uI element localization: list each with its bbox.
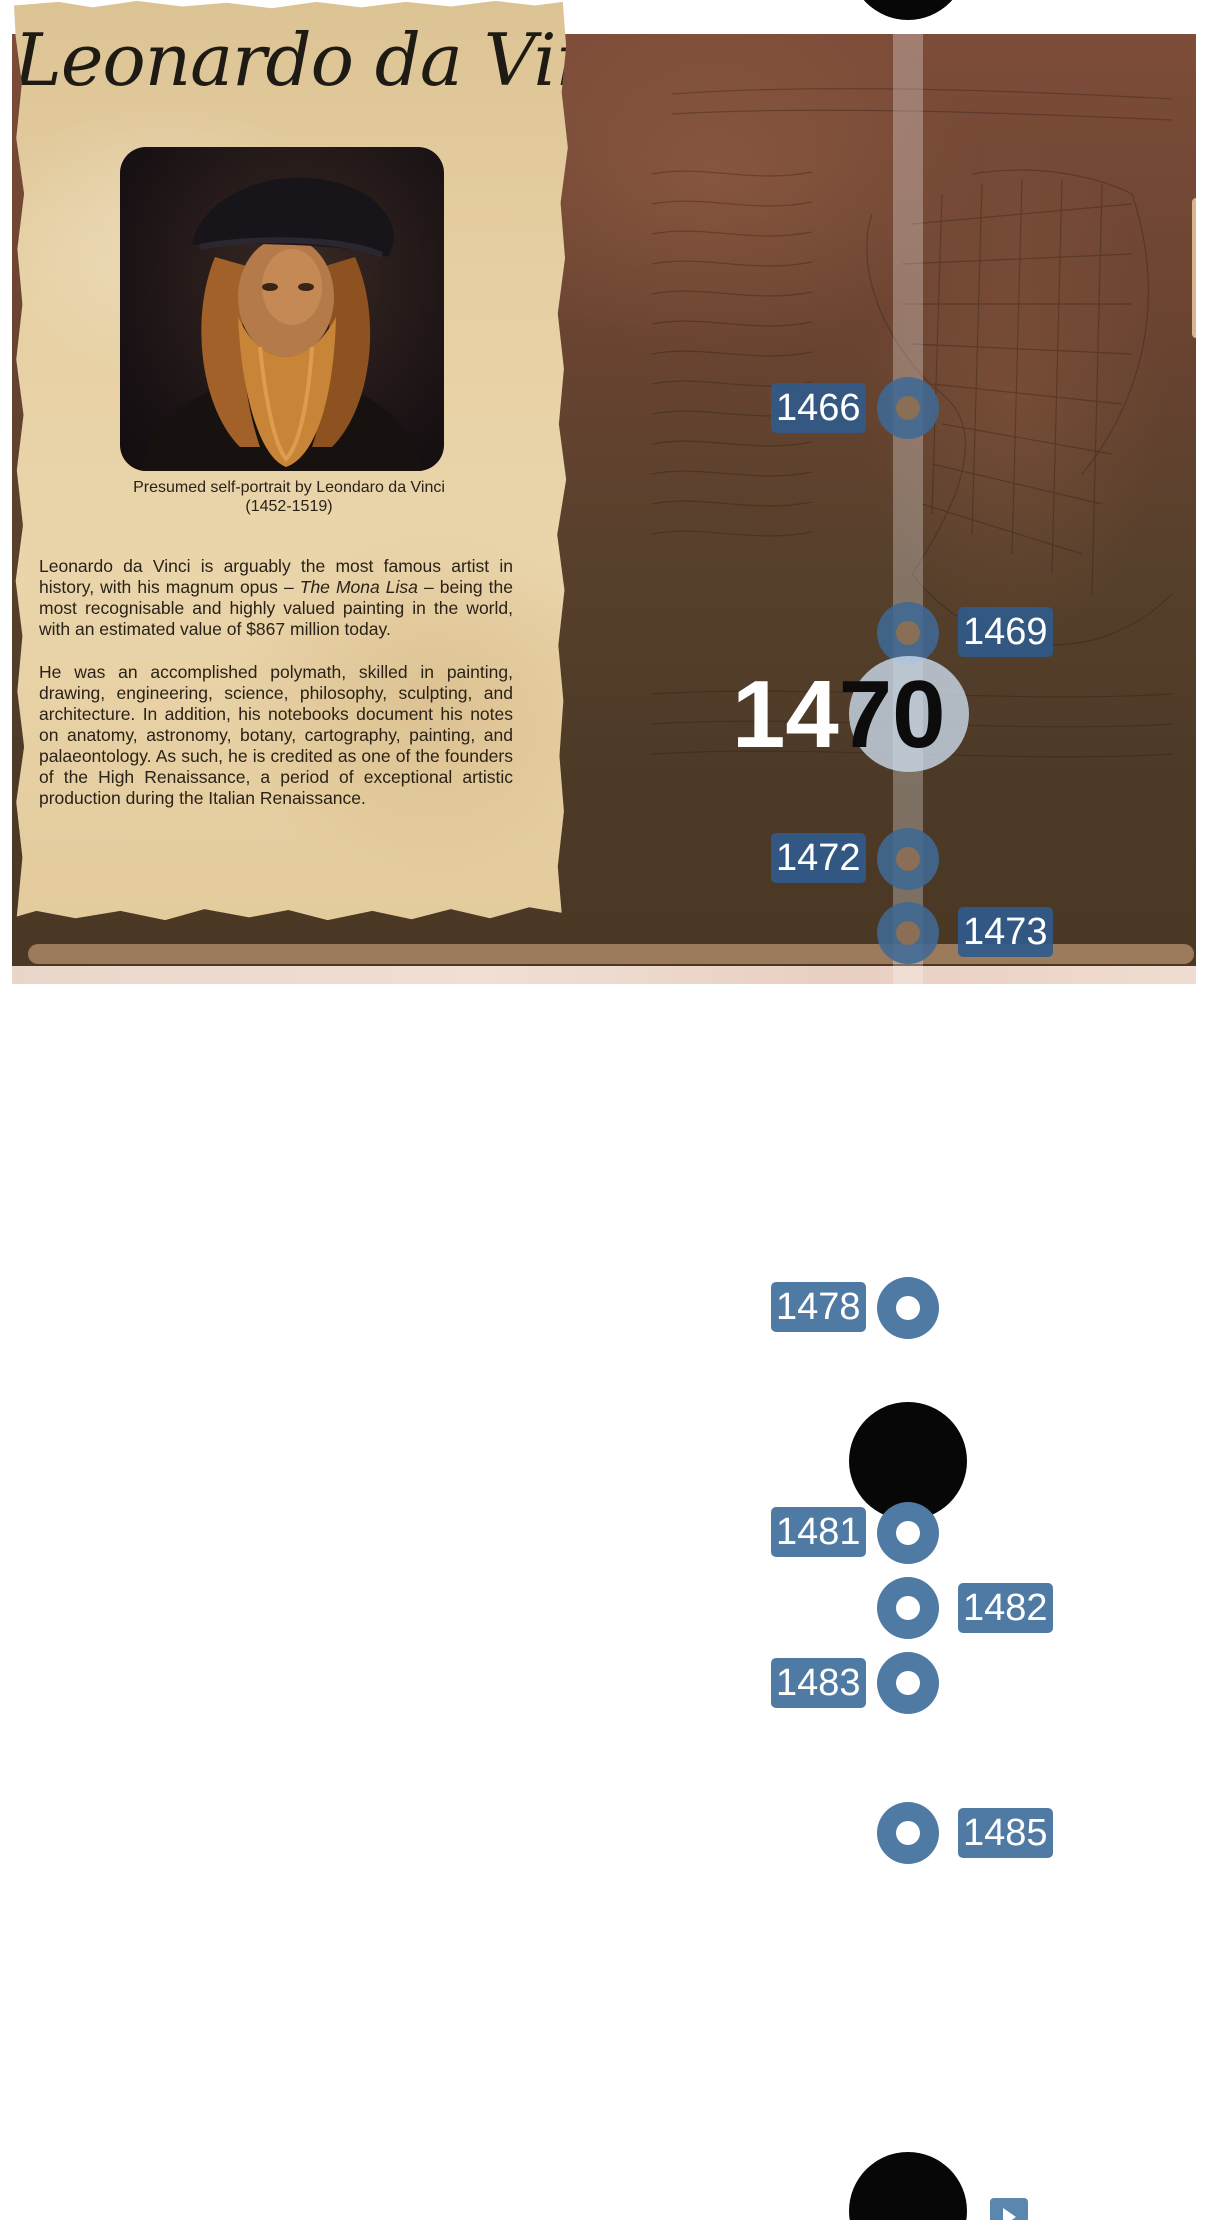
bio-paragraph-2: He was an accomplished polymath, skilled… [39, 662, 513, 808]
portrait-caption: Presumed self-portrait by Leondaro da Vi… [74, 478, 504, 516]
timeline-node-1472[interactable] [877, 828, 939, 890]
timeline-node-1483[interactable] [877, 1652, 939, 1714]
timeline-label-1466[interactable]: 1466 [771, 383, 866, 433]
timeline-node-1478[interactable] [877, 1277, 939, 1339]
current-year-suffix: 70 [838, 661, 946, 768]
timeline-label-1485[interactable]: 1485 [958, 1808, 1053, 1858]
side-tab[interactable] [1192, 198, 1196, 338]
timeline-marker-blob [849, 2152, 967, 2220]
timeline-label-1472[interactable]: 1472 [771, 833, 866, 883]
caption-dates: (1452-1519) [245, 498, 333, 515]
timeline-label-1481[interactable]: 1481 [771, 1507, 866, 1557]
portrait-illustration [140, 177, 424, 471]
hero-bottom-strip [12, 966, 1196, 984]
profile-card: Leonardo da Vinci Presumed self-portrait… [14, 0, 663, 921]
timeline-node-1485[interactable] [877, 1802, 939, 1864]
timeline-node-1482[interactable] [877, 1577, 939, 1639]
bio-artwork-title: The Mona Lisa [299, 577, 418, 597]
timeline-node-1466[interactable] [877, 377, 939, 439]
current-year-display: 1470 [732, 660, 946, 770]
timeline-node-1469[interactable] [877, 602, 939, 664]
bio-paragraph-1: Leonardo da Vinci is arguably the most f… [39, 556, 513, 640]
timeline-label-1483[interactable]: 1483 [771, 1658, 866, 1708]
timeline-node-1481[interactable] [877, 1502, 939, 1564]
timeline-label-1469[interactable]: 1469 [958, 607, 1053, 657]
timeline-label-1473[interactable]: 1473 [958, 907, 1053, 957]
timeline-node-1473[interactable] [877, 902, 939, 964]
timeline-label-1482[interactable]: 1482 [958, 1583, 1053, 1633]
timeline-label-1478[interactable]: 1478 [771, 1282, 866, 1332]
portrait-image [120, 147, 444, 471]
current-year-prefix: 14 [732, 661, 839, 768]
timeline-marker-blob [849, 0, 967, 20]
play-icon [1003, 2208, 1016, 2220]
caption-line: Presumed self-portrait by Leondaro da Vi… [133, 479, 445, 496]
play-button[interactable] [990, 2198, 1028, 2220]
page-title: Leonardo da Vinci [14, 18, 663, 102]
